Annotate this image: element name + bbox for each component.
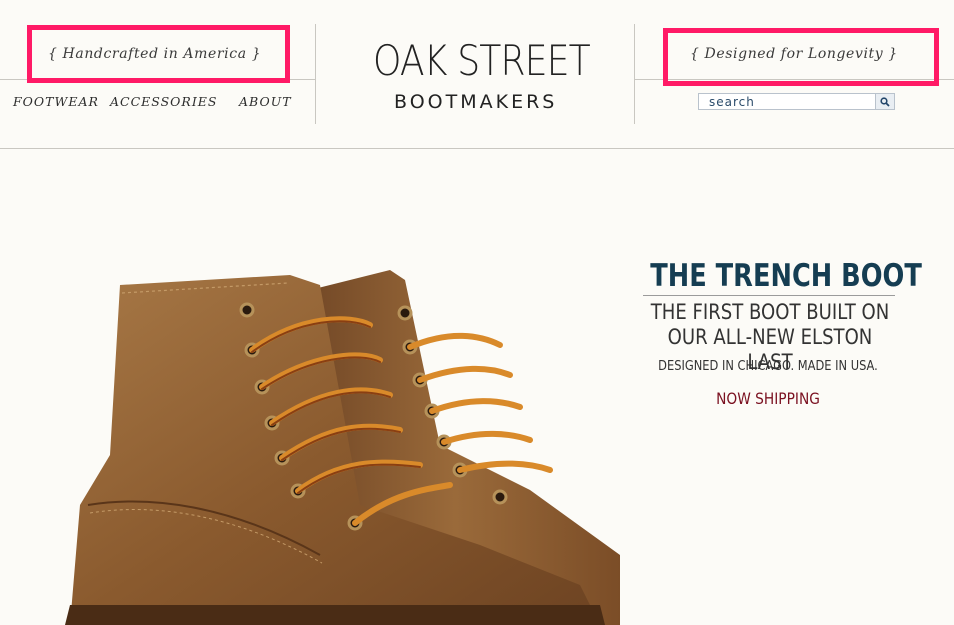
logo-subtitle: BOOTMAKERS [394,91,558,113]
hero-title-rule [643,295,895,296]
header-divider-right [634,24,635,124]
header-bottom-rule [0,148,954,149]
hero-boot-image[interactable] [60,255,620,625]
search-box [698,93,895,110]
nav-footwear[interactable]: FOOTWEAR [13,94,99,109]
nav-accessories[interactable]: ACCESSORIES [110,94,217,109]
search-icon [880,96,890,107]
nav-about[interactable]: ABOUT [239,94,292,109]
highlight-box-left [27,25,290,83]
logo-wordmark: OAK STREET [373,36,591,85]
now-shipping-link[interactable]: NOW SHIPPING [658,389,878,408]
search-input[interactable] [699,94,875,109]
hero-title[interactable]: THE TRENCH BOOT [650,256,922,296]
search-button[interactable] [875,94,894,109]
header-divider-left [315,24,316,124]
highlight-box-right [663,28,939,86]
hero-made-in-usa: DESIGNED IN CHICAGO. MADE IN USA. [658,359,878,374]
